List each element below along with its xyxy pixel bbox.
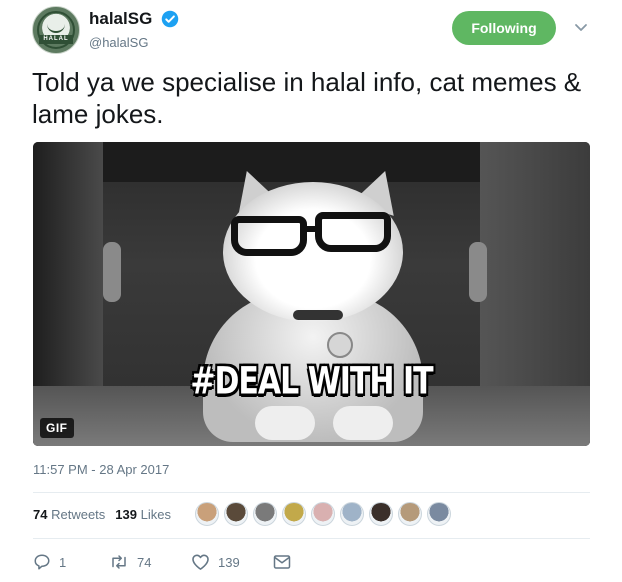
tweet-timestamp[interactable]: 11:57 PM - 28 Apr 2017 (33, 462, 169, 477)
retweet-count: 74 (137, 554, 152, 570)
likes-count: 139 (115, 507, 137, 522)
glasses-bridge (303, 226, 319, 232)
box-handle-hole (103, 242, 121, 302)
liker-avatar[interactable] (311, 502, 335, 526)
liker-avatar[interactable] (340, 502, 364, 526)
tweet-actions: 1 74 139 (33, 553, 291, 571)
cat-paw (255, 406, 315, 440)
liker-avatars (195, 502, 456, 526)
retweets-label: Retweets (51, 507, 106, 522)
heart-icon (192, 554, 209, 570)
likes-label: Likes (140, 507, 171, 522)
liker-avatar[interactable] (253, 502, 277, 526)
engagement-stats: 74 Retweets 139 Likes (33, 507, 181, 522)
tweet-media-gif[interactable]: #DEAL WITH IT GIF (33, 142, 590, 446)
verified-badge-icon (161, 10, 179, 28)
liker-avatar[interactable] (398, 502, 422, 526)
tweet-text: Told ya we specialise in halal info, cat… (32, 67, 582, 129)
following-button[interactable]: Following (452, 11, 556, 45)
cat-collar (293, 310, 343, 320)
box-handle-hole (469, 242, 487, 302)
like-count: 139 (218, 554, 240, 570)
liker-avatar[interactable] (282, 502, 306, 526)
glasses-lens (231, 216, 307, 256)
meme-caption: #DEAL WITH IT (190, 359, 433, 404)
cat-paw (333, 406, 393, 440)
liker-avatar[interactable] (195, 502, 219, 526)
envelope-icon (273, 555, 291, 569)
avatar[interactable]: HALAL (32, 6, 80, 54)
liker-avatar[interactable] (369, 502, 393, 526)
divider (33, 538, 590, 539)
chevron-down-icon[interactable] (574, 20, 588, 34)
glasses-lens (315, 212, 391, 252)
avatar-label: HALAL (39, 35, 73, 44)
likes-stat[interactable]: 139 Likes (115, 507, 171, 522)
retweets-stat[interactable]: 74 Retweets (33, 507, 105, 522)
liker-avatar[interactable] (224, 502, 248, 526)
retweets-count: 74 (33, 507, 48, 522)
divider (33, 492, 590, 493)
reply-count: 1 (59, 554, 67, 570)
reply-icon (34, 554, 50, 570)
gif-badge: GIF (40, 418, 74, 438)
media-background (103, 142, 480, 182)
display-name[interactable]: halalSG (89, 9, 152, 29)
liker-avatar[interactable] (427, 502, 451, 526)
reply-button[interactable]: 1 (33, 553, 109, 571)
user-handle[interactable]: @halalSG (89, 35, 179, 50)
retweet-icon (112, 555, 126, 569)
retweet-button[interactable]: 74 (109, 553, 191, 571)
collar-bell (327, 332, 353, 358)
like-button[interactable]: 139 (191, 553, 273, 571)
user-info: halalSG @halalSG (89, 9, 179, 50)
direct-message-button[interactable] (273, 554, 291, 570)
